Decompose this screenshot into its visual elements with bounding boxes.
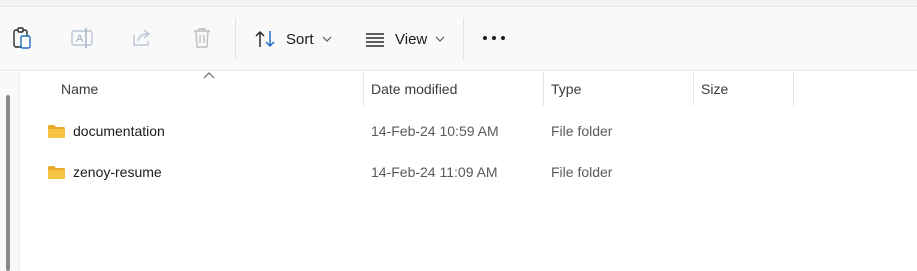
file-name-cell: zenoy-resume bbox=[47, 152, 162, 192]
paste-icon[interactable] bbox=[9, 25, 35, 51]
sort-label: Sort bbox=[286, 30, 314, 48]
column-divider[interactable] bbox=[543, 72, 544, 106]
window-top-strip bbox=[0, 0, 917, 7]
folder-icon bbox=[48, 165, 65, 179]
chevron-down-icon bbox=[435, 36, 445, 42]
file-type: File folder bbox=[551, 123, 613, 139]
column-header-date-modified[interactable]: Date modified bbox=[371, 72, 457, 106]
vertical-scrollbar[interactable] bbox=[6, 95, 10, 271]
file-name: documentation bbox=[73, 123, 165, 139]
sort-button[interactable]: Sort bbox=[254, 23, 332, 55]
file-name: zenoy-resume bbox=[73, 164, 162, 180]
delete-icon[interactable] bbox=[189, 25, 215, 51]
column-header-name[interactable]: Name bbox=[61, 72, 98, 106]
more-options-icon[interactable] bbox=[481, 25, 507, 51]
column-divider[interactable] bbox=[363, 72, 364, 106]
toolbar-separator bbox=[463, 18, 464, 60]
file-row[interactable]: documentation 14-Feb-24 10:59 AM File fo… bbox=[20, 111, 917, 151]
folder-icon bbox=[48, 124, 65, 138]
file-name-cell: documentation bbox=[47, 111, 165, 151]
column-divider[interactable] bbox=[793, 72, 794, 106]
file-date: 14-Feb-24 11:09 AM bbox=[371, 164, 498, 180]
file-date: 14-Feb-24 10:59 AM bbox=[371, 123, 499, 139]
column-divider[interactable] bbox=[693, 72, 694, 106]
file-row[interactable]: zenoy-resume 14-Feb-24 11:09 AM File fol… bbox=[20, 152, 917, 192]
file-type: File folder bbox=[551, 164, 613, 180]
column-header-size[interactable]: Size bbox=[701, 72, 728, 106]
sort-icon bbox=[255, 30, 275, 48]
view-label: View bbox=[395, 30, 428, 48]
view-button[interactable]: View bbox=[365, 23, 445, 55]
svg-text:A: A bbox=[76, 33, 84, 45]
column-header-type[interactable]: Type bbox=[551, 72, 581, 106]
rename-icon[interactable]: A bbox=[69, 25, 95, 51]
chevron-down-icon bbox=[322, 36, 331, 42]
sort-ascending-icon bbox=[203, 72, 215, 79]
toolbar-separator bbox=[235, 18, 236, 60]
navigation-pane-edge bbox=[0, 72, 20, 271]
command-bar: A Sort View bbox=[0, 7, 917, 71]
share-icon[interactable] bbox=[129, 25, 155, 51]
view-list-icon bbox=[366, 33, 384, 47]
